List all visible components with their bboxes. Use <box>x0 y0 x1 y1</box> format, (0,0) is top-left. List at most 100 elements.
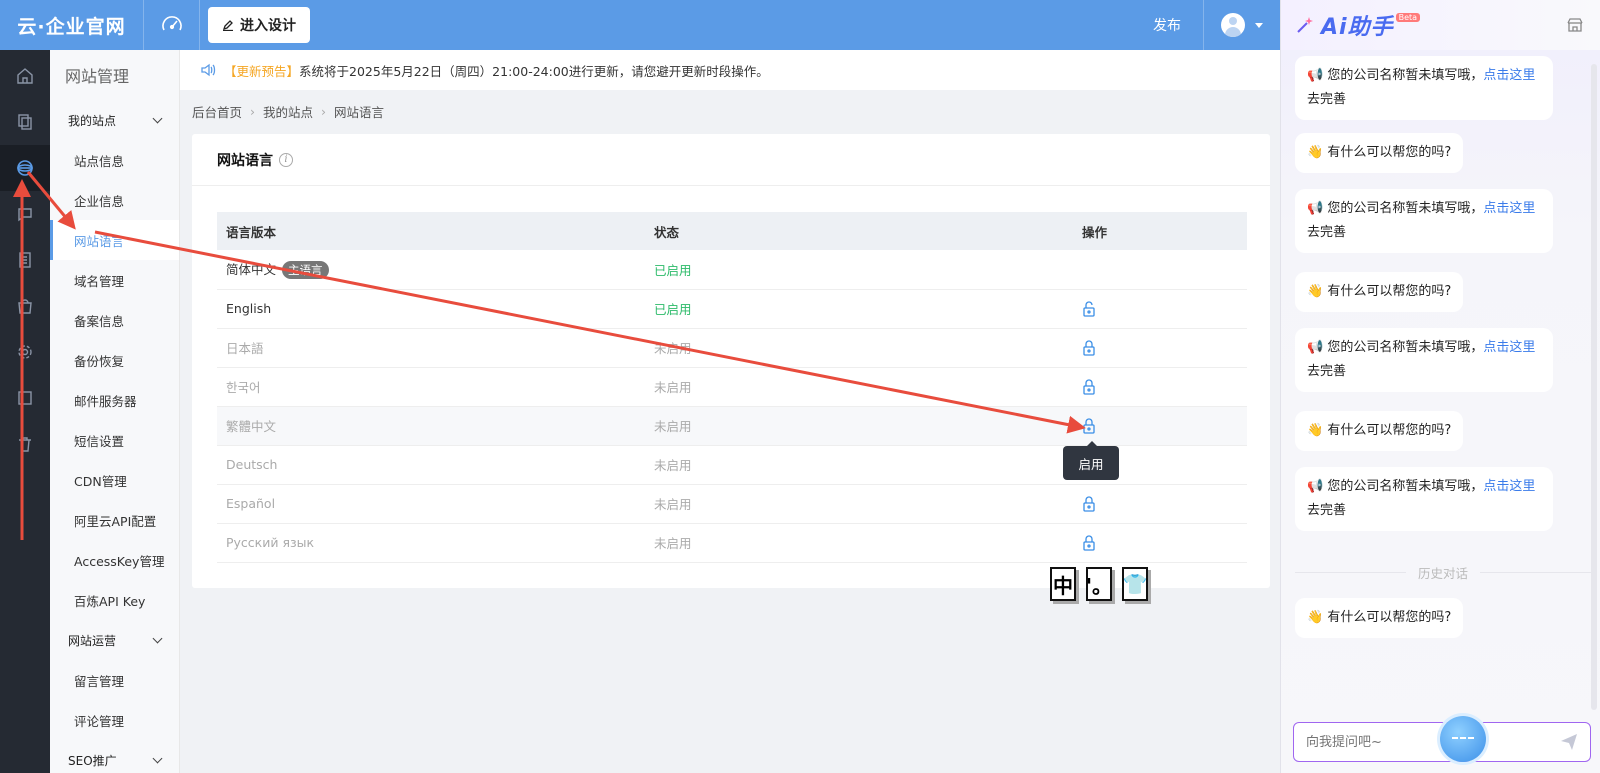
chat-message: 📢 您的公司名称暂未填写哦，点击这里 去完善 <box>1295 56 1553 120</box>
enter-design-button[interactable]: 进入设计 <box>208 7 310 43</box>
status-cell: 已启用 <box>645 250 1073 290</box>
beta-badge: Beta <box>1395 12 1421 22</box>
sidebar-item-company-info[interactable]: 企业信息 <box>50 180 179 220</box>
sidebar-item-site-info[interactable]: 站点信息 <box>50 140 179 180</box>
history-divider: 历史对话 <box>1295 563 1591 582</box>
group-seo[interactable]: SEO推广 <box>50 740 179 773</box>
megaphone-icon: 📢 <box>1307 479 1324 494</box>
ai-title: Ai助手 <box>1321 15 1394 40</box>
info-icon[interactable]: i <box>279 152 293 167</box>
trash-icon <box>19 437 31 452</box>
breadcrumb-home[interactable]: 后台首页 <box>192 102 242 121</box>
rail-pages[interactable] <box>0 99 50 145</box>
speedometer-icon <box>161 16 182 31</box>
column-header: 操作 <box>1073 212 1247 250</box>
group-label: 网站运营 <box>68 633 117 648</box>
status-cell: 未启用 <box>645 328 1073 368</box>
update-notice: 【更新预告】系统将于2025年5月22日（周四）21:00-24:00进行更新，… <box>180 50 1280 90</box>
user-menu[interactable] <box>1204 0 1280 50</box>
table-row: Español 未启用 <box>217 484 1247 524</box>
wave-icon: 👋 <box>1307 610 1324 625</box>
rail-book[interactable] <box>0 375 50 421</box>
unlock-icon[interactable] <box>1082 301 1096 317</box>
globe-icon <box>17 160 33 176</box>
chat-message: 📢 您的公司名称暂未填写哦，点击这里 去完善 <box>1295 467 1553 531</box>
sidebar-item-domain[interactable]: 域名管理 <box>50 260 179 300</box>
language-cell: Русский язык <box>217 523 645 563</box>
action-cell <box>1073 484 1247 524</box>
publish-button[interactable]: 发布 <box>1131 0 1204 50</box>
group-operations[interactable]: 网站运营 <box>50 620 179 660</box>
enter-design-label: 进入设计 <box>240 18 296 34</box>
chat-message: 👋 有什么可以帮您的吗? <box>1295 133 1464 173</box>
ime-skin-key[interactable]: 👕 <box>1122 567 1148 601</box>
sidebar-item-icp[interactable]: 备案信息 <box>50 300 179 340</box>
breadcrumb-separator: › <box>321 104 327 119</box>
lock-icon[interactable] <box>1082 340 1096 356</box>
chat-message: 👋 有什么可以帮您的吗? <box>1295 272 1464 312</box>
rail-trash[interactable] <box>0 421 50 467</box>
icon-rail <box>0 50 50 773</box>
sidebar-title: 网站管理 <box>65 67 130 86</box>
table-row: 한국어 未启用 <box>217 367 1247 407</box>
notice-tag: 【更新预告】 <box>224 63 300 79</box>
ime-glyph-bar: 中 '。 👕 <box>1050 567 1148 601</box>
lock-icon[interactable] <box>1082 535 1096 551</box>
group-my-sites[interactable]: 我的站点 <box>50 100 179 140</box>
top-bar: 云·企业官网 进入设计 发布 <box>0 0 1280 50</box>
floating-assistant-ball[interactable] <box>1440 716 1486 762</box>
status-cell: 已启用 <box>645 289 1073 329</box>
breadcrumb-my-sites[interactable]: 我的站点 <box>263 102 313 121</box>
book-icon <box>18 391 32 405</box>
status-cell: 未启用 <box>645 406 1073 446</box>
language-cell: Deutsch <box>217 445 645 485</box>
sidebar-item-sms[interactable]: 短信设置 <box>50 420 179 460</box>
language-cell: 한국어 <box>217 367 645 407</box>
chevron-down-icon <box>152 753 163 763</box>
store-icon[interactable] <box>1566 16 1584 34</box>
action-cell <box>1073 367 1247 407</box>
rail-docs[interactable] <box>0 237 50 283</box>
scrollbar[interactable] <box>1591 64 1597 710</box>
action-cell <box>1073 250 1247 290</box>
language-cell: Español <box>217 484 645 524</box>
language-cell: 日本語 <box>217 328 645 368</box>
rail-chat[interactable] <box>0 191 50 237</box>
complete-link[interactable]: 点击这里 <box>1483 340 1535 355</box>
language-cell: English <box>217 289 645 329</box>
lock-icon[interactable] <box>1082 496 1096 512</box>
card-title: 网站语言 <box>217 152 273 169</box>
lock-icon[interactable] <box>1082 379 1096 395</box>
complete-link[interactable]: 点击这里 <box>1483 68 1535 83</box>
sidebar-item-backup[interactable]: 备份恢复 <box>50 340 179 380</box>
logo[interactable]: 云·企业官网 <box>0 0 144 50</box>
sidebar-item-comments[interactable]: 评论管理 <box>50 700 179 740</box>
complete-link[interactable]: 点击这里 <box>1483 479 1535 494</box>
card-header: 网站语言 i <box>192 134 1270 186</box>
rail-settings[interactable] <box>0 329 50 375</box>
sidebar-item-accesskey[interactable]: AccessKey管理 <box>50 540 179 580</box>
chat-message: 👋 有什么可以帮您的吗? <box>1295 598 1464 638</box>
status-cell: 未启用 <box>645 367 1073 407</box>
sidebar-item-bailian-key[interactable]: 百炼API Key <box>50 580 179 620</box>
rail-website[interactable] <box>0 145 50 191</box>
table-row: English 已启用 <box>217 289 1247 329</box>
ime-punctuation-key[interactable]: '。 <box>1086 567 1112 601</box>
rail-home[interactable] <box>0 53 50 99</box>
dashboard-button[interactable] <box>144 0 200 50</box>
rail-shop[interactable] <box>0 283 50 329</box>
lock-icon[interactable] <box>1082 418 1096 434</box>
complete-link[interactable]: 点击这里 <box>1483 201 1535 216</box>
sidebar-item-cdn[interactable]: CDN管理 <box>50 460 179 500</box>
sidebar-item-aliyun-api[interactable]: 阿里云API配置 <box>50 500 179 540</box>
ime-chinese-key[interactable]: 中 <box>1050 567 1076 601</box>
home-icon <box>17 68 33 84</box>
column-header: 状态 <box>645 212 1073 250</box>
sidebar-item-mail-server[interactable]: 邮件服务器 <box>50 380 179 420</box>
speaker-icon <box>201 63 216 77</box>
sidebar-item-messages[interactable]: 留言管理 <box>50 660 179 700</box>
table-row: Русский язык 未启用 <box>217 523 1247 563</box>
sidebar-item-site-language[interactable]: 网站语言 <box>50 220 179 260</box>
send-icon[interactable] <box>1560 733 1578 751</box>
chevron-down-icon <box>152 633 163 643</box>
